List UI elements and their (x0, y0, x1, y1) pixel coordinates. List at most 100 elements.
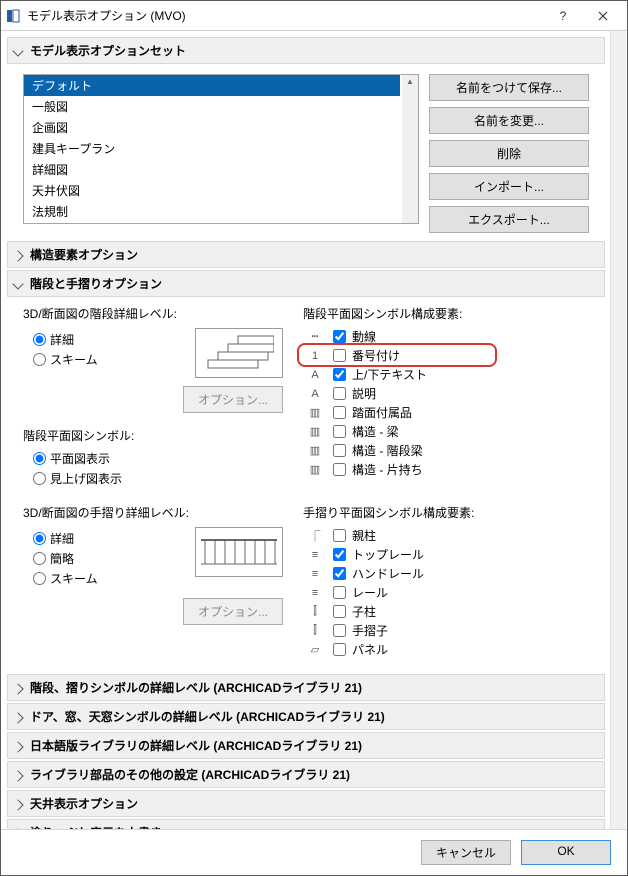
cancel-button[interactable]: キャンセル (421, 840, 511, 865)
desc-icon: A (303, 388, 327, 400)
delete-button[interactable]: 削除 (429, 140, 589, 167)
rail-scheme-radio[interactable] (33, 572, 46, 585)
rail-3d-detail-label: 3D/断面図の手摺り詳細レベル: (23, 504, 283, 521)
newel-icon: ⎾ (303, 528, 327, 544)
panel-icon: ▱ (303, 643, 327, 656)
preset-item[interactable]: 詳細図 (24, 159, 400, 180)
presets-listbox[interactable]: デフォルト 一般図 企画図 建具キープラン 詳細図 天井伏図 法規制 ▲ (23, 74, 419, 224)
handrail-checkbox[interactable] (333, 567, 346, 580)
motion-line-icon: ┉ (303, 330, 327, 343)
baluster-checkbox[interactable] (333, 605, 346, 618)
chevron-right-icon (12, 799, 23, 810)
updown-checkbox[interactable] (333, 368, 346, 381)
panel-checkbox[interactable] (333, 643, 346, 656)
section-label-lib-other: ライブラリ部品のその他の設定 (ARCHICADライブラリ 21) (30, 766, 350, 783)
close-button[interactable] (583, 2, 623, 30)
stair-plan-view-radio[interactable] (33, 452, 46, 465)
stair-options-button: オプション... (183, 386, 283, 413)
chevron-right-icon (12, 712, 23, 723)
struct-beam-icon: ▥ (303, 425, 327, 438)
stair-plan-symbol-label: 階段平面図シンボル: (23, 427, 283, 444)
chevron-right-icon (12, 770, 23, 781)
section-header-stair-symbol-detail[interactable]: 階段、摺りシンボルの詳細レベル (ARCHICADライブラリ 21) (7, 674, 605, 701)
rename-button[interactable]: 名前を変更... (429, 107, 589, 134)
preset-item[interactable]: 法規制 (24, 201, 400, 222)
section-label-optionset: モデル表示オプションセット (30, 42, 186, 59)
struct-beam-checkbox[interactable] (333, 425, 346, 438)
stair-scheme-radio[interactable] (33, 353, 46, 366)
ok-button[interactable]: OK (521, 840, 611, 865)
app-icon (5, 8, 21, 24)
stair-detail-radio[interactable] (33, 333, 46, 346)
motion-checkbox[interactable] (333, 330, 346, 343)
toprail-label: トップレール (352, 546, 424, 563)
preset-item[interactable]: 天井伏図 (24, 180, 400, 201)
preset-item[interactable]: 企画図 (24, 117, 400, 138)
struct-stairbeam-checkbox[interactable] (333, 444, 346, 457)
rail-label: レール (352, 584, 388, 601)
section-label-jp-lib: 日本語版ライブラリの詳細レベル (ARCHICADライブラリ 21) (30, 737, 362, 754)
preset-item[interactable]: 建具キープラン (24, 138, 400, 159)
stair-scheme-radio-label: スキーム (50, 351, 98, 368)
updown-icon: A (303, 369, 327, 381)
struct-cantilever-icon: ▥ (303, 463, 327, 476)
struct-cantilever-label: 構造 - 片持ち (352, 461, 423, 478)
section-header-optionset[interactable]: モデル表示オプションセット (7, 37, 605, 64)
newel-checkbox[interactable] (333, 529, 346, 542)
toprail-checkbox[interactable] (333, 548, 346, 561)
section-header-lib-other[interactable]: ライブラリ部品のその他の設定 (ARCHICADライブラリ 21) (7, 761, 605, 788)
import-button[interactable]: インポート... (429, 173, 589, 200)
rail-options-button: オプション... (183, 598, 283, 625)
numbering-icon: 1 (303, 350, 327, 362)
numbering-checkbox[interactable] (333, 349, 346, 362)
section-header-jp-lib[interactable]: 日本語版ライブラリの詳細レベル (ARCHICADライブラリ 21) (7, 732, 605, 759)
help-button[interactable]: ? (543, 2, 583, 30)
section-header-ceiling[interactable]: 天井表示オプション (7, 790, 605, 817)
rail-preview-icon (195, 527, 283, 577)
tread-acc-icon: ▥ (303, 406, 327, 419)
struct-beam-label: 構造 - 梁 (352, 423, 399, 440)
section-header-door-window[interactable]: ドア、窓、天窓シンボルの詳細レベル (ARCHICADライブラリ 21) (7, 703, 605, 730)
stair-plan-view-radio-label: 平面図表示 (50, 450, 110, 467)
rail-checkbox[interactable] (333, 586, 346, 599)
window-scrollbar[interactable] (610, 31, 626, 831)
listbox-scrollbar[interactable]: ▲ (402, 75, 418, 223)
preset-item[interactable]: 一般図 (24, 96, 400, 117)
rail-detail-radio-label: 詳細 (50, 530, 74, 547)
chevron-down-icon (12, 278, 23, 289)
handrail-label: ハンドレール (352, 565, 424, 582)
stair-lookup-radio[interactable] (33, 472, 46, 485)
section-header-structural[interactable]: 構造要素オプション (7, 241, 605, 268)
rail-simple-radio[interactable] (33, 552, 46, 565)
baluster-label: 子柱 (352, 603, 376, 620)
stair-preview-icon (195, 328, 283, 378)
struct-cantilever-checkbox[interactable] (333, 463, 346, 476)
handrail-sub-checkbox[interactable] (333, 624, 346, 637)
tread-acc-label: 踏面付属品 (352, 404, 412, 421)
struct-stairbeam-icon: ▥ (303, 444, 327, 457)
updown-label: 上/下テキスト (352, 366, 427, 383)
chevron-right-icon (12, 683, 23, 694)
desc-checkbox[interactable] (333, 387, 346, 400)
handrail-sub-icon: ⫿ (303, 624, 327, 637)
section-label-stair-symbol-detail: 階段、摺りシンボルの詳細レベル (ARCHICADライブラリ 21) (30, 679, 362, 696)
preset-item-default[interactable]: デフォルト (24, 75, 400, 96)
motion-label: 動線 (352, 328, 376, 345)
struct-stairbeam-label: 構造 - 階段梁 (352, 442, 423, 459)
section-label-structural: 構造要素オプション (30, 246, 138, 263)
window-title: モデル表示オプション (MVO) (27, 7, 543, 24)
rail-detail-radio[interactable] (33, 532, 46, 545)
newel-label: 親柱 (352, 527, 376, 544)
section-label-ceiling: 天井表示オプション (30, 795, 138, 812)
rail-icon: ≡ (303, 587, 327, 599)
stair-lookup-radio-label: 見上げ図表示 (50, 470, 122, 487)
section-label-door-window: ドア、窓、天窓シンボルの詳細レベル (ARCHICADライブラリ 21) (30, 708, 385, 725)
stair-detail-radio-label: 詳細 (50, 331, 74, 348)
handrail-sub-label: 手摺子 (352, 622, 388, 639)
tread-acc-checkbox[interactable] (333, 406, 346, 419)
section-header-stair-rail[interactable]: 階段と手摺りオプション (7, 270, 605, 297)
rail-scheme-radio-label: スキーム (50, 570, 98, 587)
scroll-up-icon: ▲ (406, 75, 414, 88)
export-button[interactable]: エクスポート... (429, 206, 589, 233)
save-as-button[interactable]: 名前をつけて保存... (429, 74, 589, 101)
